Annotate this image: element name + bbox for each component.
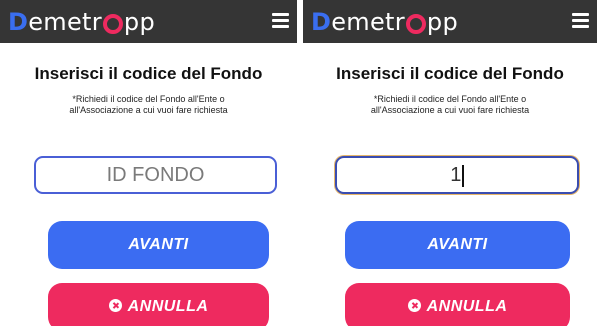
subtitle-line-1: *Richiedi il codice del Fondo all'Ente o (72, 94, 225, 104)
close-circle-icon (108, 299, 122, 312)
logo-letter-d: D (8, 8, 29, 36)
hamburger-menu-icon[interactable] (572, 13, 589, 29)
screen-empty-input: Demetrapp Inserisci il codice del Fondo … (0, 0, 297, 326)
logo-ring: a (102, 14, 123, 34)
logo-text: emetr (28, 8, 102, 36)
close-circle-icon (407, 299, 421, 312)
annulla-button[interactable]: ANNULLA (345, 283, 570, 326)
logo-ring: a (405, 14, 426, 34)
id-fondo-input[interactable]: ID FONDO (34, 156, 277, 194)
page-subtitle: *Richiedi il codice del Fondo all'Ente o… (303, 94, 597, 116)
text-caret (462, 164, 464, 187)
hamburger-menu-icon[interactable] (272, 13, 289, 29)
id-fondo-input[interactable]: 1 (335, 156, 579, 194)
app-logo: Demetrapp (311, 6, 458, 38)
subtitle-line-1: *Richiedi il codice del Fondo all'Ente o (373, 94, 527, 104)
page-title: Inserisci il codice del Fondo (34, 64, 263, 83)
subtitle-line-2: all'Associazione a cui vuoi fare richies… (370, 105, 530, 115)
logo-text-end: pp (426, 8, 458, 36)
logo-text: emetr (331, 8, 405, 36)
screen-filled-input: Demetrapp Inserisci il codice del Fondo … (303, 0, 597, 326)
annulla-label: ANNULLA (127, 298, 209, 315)
top-bar: Demetrapp (0, 0, 297, 43)
subtitle-line-2: all'Associazione a cui vuoi fare richies… (69, 105, 228, 115)
logo-text-end: pp (123, 8, 155, 36)
avanti-button[interactable]: AVANTI (345, 221, 570, 269)
avanti-button[interactable]: AVANTI (48, 221, 269, 269)
annulla-label: ANNULLA (426, 298, 508, 315)
app-logo: Demetrapp (8, 6, 155, 38)
page-subtitle: *Richiedi il codice del Fondo all'Ente o… (0, 94, 297, 116)
top-bar: Demetrapp (303, 0, 597, 43)
logo-letter-d: D (311, 8, 332, 36)
input-value: 1 (450, 164, 462, 186)
annulla-button[interactable]: ANNULLA (48, 283, 269, 326)
page-title: Inserisci il codice del Fondo (336, 64, 564, 83)
